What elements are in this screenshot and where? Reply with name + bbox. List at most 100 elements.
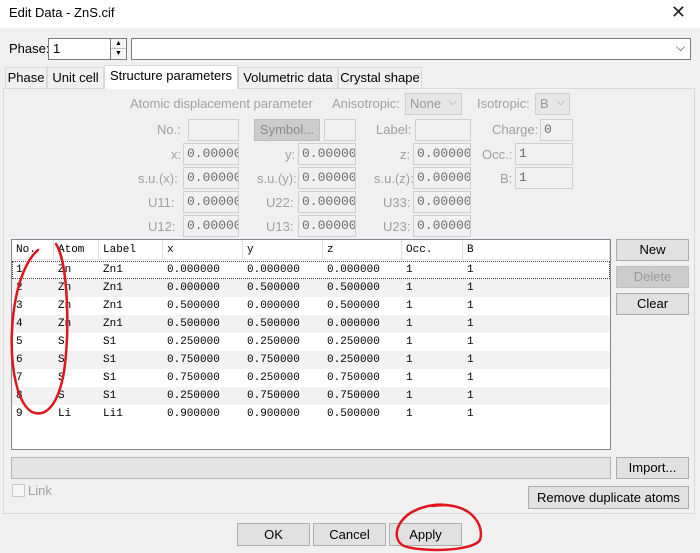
z-field[interactable]: 0.000000 [413,143,471,165]
u11-field[interactable]: 0.000000 [183,191,239,213]
suy-field[interactable]: 0.000000 [298,167,356,189]
u22-field[interactable]: 0.000000 [298,191,356,213]
table-row[interactable]: 7 S S1 0.750000 0.250000 0.750000 1 1 [12,369,610,387]
anisotropic-select[interactable]: None ⌵ [405,93,462,115]
chevron-down-icon: ⌵ [556,96,565,108]
cell-label: Zn1 [103,318,123,330]
cell-occ: 1 [406,354,413,366]
file-path-field[interactable] [11,457,611,479]
cell-occ: 1 [406,264,413,276]
u33-field[interactable]: 0.000000 [413,191,471,213]
column-header-label[interactable]: Label [99,240,163,260]
u13-field[interactable]: 0.000000 [298,215,356,237]
remove-duplicate-atoms-button[interactable]: Remove duplicate atoms [528,486,689,509]
cell-b: 1 [467,282,474,294]
spinner-up-icon[interactable]: ▲ [111,39,126,49]
symbol-field[interactable] [324,119,356,141]
column-header-y[interactable]: y [243,240,323,260]
cell-x: 0.250000 [167,336,220,348]
cancel-button[interactable]: Cancel [313,523,386,546]
phase-spinner-input[interactable]: 1 [48,38,111,60]
cell-label: Zn1 [103,282,123,294]
chevron-down-icon[interactable]: ⌵ [676,40,685,55]
tab-phase[interactable]: Phase [5,67,47,88]
table-row[interactable]: 2 Zn Zn1 0.000000 0.500000 0.500000 1 1 [12,279,610,297]
cell-z: 0.250000 [327,354,380,366]
table-row[interactable]: 8 S S1 0.250000 0.750000 0.750000 1 1 [12,387,610,405]
phase-spinner-buttons[interactable]: ▲ ▼ [111,38,127,60]
cell-b: 1 [467,390,474,402]
u12-field[interactable]: 0.000000 [183,215,239,237]
sux-field[interactable]: 0.000000 [183,167,239,189]
table-row[interactable]: 3 Zn Zn1 0.500000 0.000000 0.500000 1 1 [12,297,610,315]
u23-field[interactable]: 0.000000 [413,215,471,237]
window-title: Edit Data - ZnS.cif [9,5,115,20]
cell-y: 0.750000 [247,390,300,402]
cell-b: 1 [467,354,474,366]
cell-x: 0.500000 [167,318,220,330]
adp-label: Atomic displacement parameter [130,96,313,111]
cell-label: S1 [103,372,117,384]
cell-no: 4 [16,318,23,330]
cell-y: 0.750000 [247,354,300,366]
table-row[interactable]: 4 Zn Zn1 0.500000 0.500000 0.000000 1 1 [12,315,610,333]
label-field[interactable] [415,119,471,141]
occ-field[interactable]: 1 [515,143,573,165]
occ-label: Occ.: [482,147,513,162]
close-icon[interactable]: ✕ [671,2,686,23]
new-button[interactable]: New [616,239,689,261]
cell-no: 7 [16,372,23,384]
clear-button[interactable]: Clear [616,293,689,315]
cell-label: S1 [103,390,117,402]
cell-b: 1 [467,372,474,384]
table-row[interactable]: 5 S S1 0.250000 0.250000 0.250000 1 1 [12,333,610,351]
cell-x: 0.500000 [167,300,220,312]
atom-table[interactable]: No. Atom Label x y z Occ. B 1 Zn Zn1 0.0000… [11,239,611,450]
phase-name-combo[interactable] [131,38,691,60]
symbol-button[interactable]: Symbol... [254,119,320,141]
delete-button[interactable]: Delete [616,266,689,288]
cell-x: 0.750000 [167,354,220,366]
cell-no: 1 [16,264,23,276]
cell-z: 0.250000 [327,336,380,348]
tab-unit-cell[interactable]: Unit cell [47,67,104,88]
table-row[interactable]: 6 S S1 0.750000 0.750000 0.250000 1 1 [12,351,610,369]
suz-field[interactable]: 0.000000 [413,167,471,189]
ok-button[interactable]: OK [237,523,310,546]
chevron-down-icon: ⌵ [448,96,457,108]
column-header-atom[interactable]: Atom [54,240,99,260]
cell-occ: 1 [406,300,413,312]
no-label: No.: [157,122,181,137]
b-field[interactable]: 1 [515,167,573,189]
column-header-x[interactable]: x [163,240,243,260]
column-header-b[interactable]: B [463,240,610,260]
isotropic-select[interactable]: B ⌵ [535,93,570,115]
x-field[interactable]: 0.000000 [183,143,239,165]
cell-no: 2 [16,282,23,294]
charge-field[interactable]: 0 [540,119,573,141]
import-button[interactable]: Import... [616,457,689,479]
table-row[interactable]: 1 Zn Zn1 0.000000 0.000000 0.000000 1 1 [12,261,610,279]
cell-y: 0.250000 [247,336,300,348]
column-header-occ[interactable]: Occ. [402,240,463,260]
cell-b: 1 [467,408,474,420]
y-field[interactable]: 0.000000 [298,143,356,165]
apply-button[interactable]: Apply [389,523,462,546]
cell-y: 0.000000 [247,300,300,312]
suz-label: s.u.(z): [374,171,414,186]
cell-b: 1 [467,336,474,348]
cell-y: 0.500000 [247,282,300,294]
column-header-z[interactable]: z [323,240,402,260]
spinner-down-icon[interactable]: ▼ [111,49,126,59]
column-header-no[interactable]: No. [12,240,54,260]
tab-crystal-shape[interactable]: Crystal shape [338,67,422,88]
table-row[interactable]: 9 Li Li1 0.900000 0.900000 0.500000 1 1 [12,405,610,423]
link-checkbox[interactable] [12,484,25,497]
cell-atom: S [58,354,65,366]
tab-structure-parameters[interactable]: Structure parameters [104,65,238,89]
no-field[interactable] [188,119,239,141]
u33-label: U33: [383,195,411,210]
cell-atom: Zn [58,300,72,312]
charge-label: Charge: [492,122,539,137]
tab-volumetric-data[interactable]: Volumetric data [238,67,338,88]
